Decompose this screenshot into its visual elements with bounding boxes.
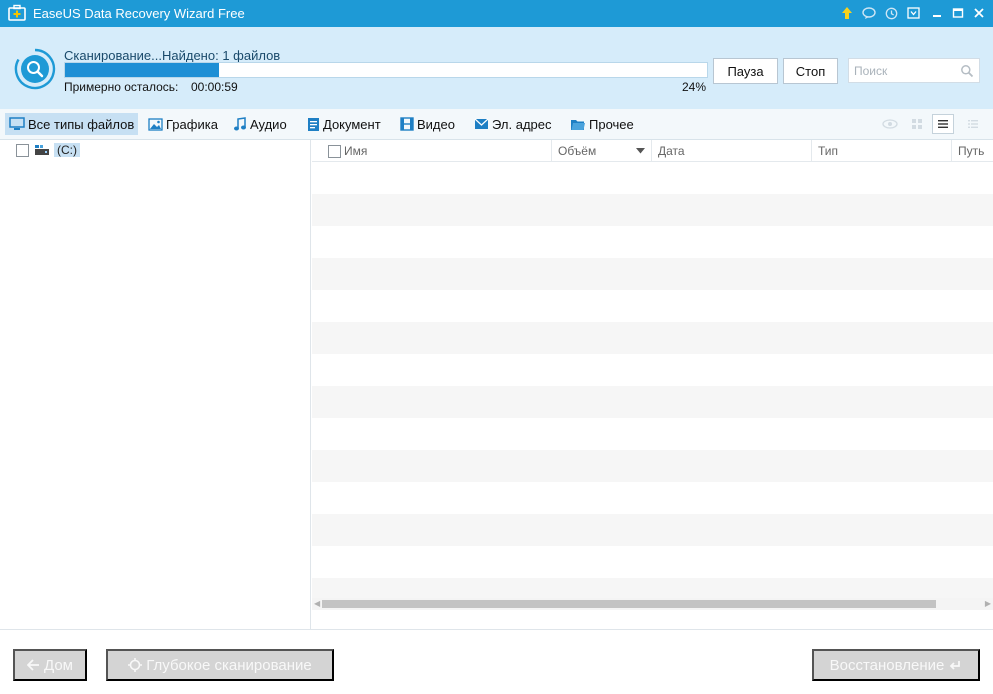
list-row bbox=[312, 162, 993, 194]
list-row bbox=[312, 194, 993, 226]
scrollbar-thumb[interactable] bbox=[322, 600, 936, 608]
list-row bbox=[312, 418, 993, 450]
list-row bbox=[312, 290, 993, 322]
file-list-rows bbox=[312, 162, 993, 598]
list-row bbox=[312, 354, 993, 386]
home-button[interactable]: Дом bbox=[13, 649, 87, 681]
arrow-left-icon bbox=[27, 659, 39, 671]
document-icon bbox=[308, 117, 319, 131]
history-icon[interactable] bbox=[882, 4, 900, 22]
detail-view-icon[interactable] bbox=[962, 114, 984, 134]
bottom-action-bar: Дом Глубокое сканирование Восстановление bbox=[0, 629, 993, 694]
folder-tree-pane: (C:) bbox=[0, 140, 311, 629]
filter-email[interactable]: Эл. адрес bbox=[470, 113, 556, 135]
filter-all-file-types[interactable]: Все типы файлов bbox=[5, 113, 139, 135]
filter-other[interactable]: Прочее bbox=[566, 113, 638, 135]
filter-document[interactable]: Документ bbox=[303, 113, 385, 135]
monitor-icon bbox=[9, 117, 25, 130]
tree-node-drive-c[interactable]: (C:) bbox=[16, 142, 80, 158]
list-row bbox=[312, 226, 993, 258]
file-list-header: Имя Объём Дата Тип Путь bbox=[312, 140, 993, 162]
pause-button[interactable]: Пауза bbox=[713, 58, 778, 84]
window-title: EaseUS Data Recovery Wizard Free bbox=[33, 6, 245, 21]
column-label: Дата bbox=[658, 144, 685, 158]
upgrade-arrow-icon[interactable] bbox=[838, 4, 856, 22]
sort-descending-icon bbox=[636, 148, 645, 154]
scan-magnifier-icon bbox=[14, 48, 56, 90]
list-row bbox=[312, 546, 993, 578]
preview-eye-icon[interactable] bbox=[879, 114, 901, 134]
close-icon[interactable] bbox=[970, 4, 988, 22]
crosshair-icon bbox=[128, 658, 143, 672]
list-view-icon[interactable] bbox=[932, 114, 954, 134]
home-button-label: Дом bbox=[44, 656, 73, 674]
music-note-icon bbox=[234, 116, 246, 130]
grid-view-icon[interactable] bbox=[906, 114, 928, 134]
film-icon bbox=[400, 117, 414, 131]
recover-button[interactable]: Восстановление bbox=[812, 649, 980, 681]
image-icon bbox=[148, 117, 163, 131]
list-row bbox=[312, 322, 993, 354]
list-row bbox=[312, 514, 993, 546]
scroll-right-icon[interactable]: ▶ bbox=[985, 599, 991, 608]
filter-label: Документ bbox=[323, 116, 381, 132]
tree-node-label[interactable]: (C:) bbox=[54, 143, 80, 157]
filter-label: Видео bbox=[417, 116, 455, 132]
scan-panel: Сканирование...Найдено: 1 файлов Примерн… bbox=[0, 27, 993, 109]
column-label: Путь bbox=[958, 144, 985, 158]
column-type[interactable]: Тип bbox=[812, 140, 952, 162]
tree-node-checkbox[interactable] bbox=[16, 143, 29, 157]
list-row bbox=[312, 386, 993, 418]
filter-label: Аудио bbox=[250, 116, 287, 132]
deep-scan-button[interactable]: Глубокое сканирование bbox=[106, 649, 334, 681]
title-bar: EaseUS Data Recovery Wizard Free bbox=[0, 0, 993, 27]
select-all-checkbox[interactable] bbox=[328, 144, 341, 158]
scan-progress-bar bbox=[64, 62, 708, 78]
scan-status-text: Сканирование...Найдено: 1 файлов bbox=[64, 48, 281, 63]
folder-icon bbox=[571, 119, 585, 130]
minimize-icon[interactable] bbox=[928, 4, 946, 22]
menu-icon[interactable] bbox=[904, 4, 922, 22]
chat-icon[interactable] bbox=[860, 4, 878, 22]
list-row bbox=[312, 258, 993, 290]
filter-audio[interactable]: Аудио bbox=[229, 113, 291, 135]
list-row bbox=[312, 578, 993, 598]
hard-drive-icon bbox=[35, 145, 49, 155]
stop-button[interactable]: Стоп bbox=[783, 58, 838, 84]
filter-graphics[interactable]: Графика bbox=[144, 113, 222, 135]
column-label: Объём bbox=[558, 144, 597, 158]
maximize-icon[interactable] bbox=[949, 4, 967, 22]
column-path[interactable]: Путь bbox=[952, 140, 993, 162]
progress-percent: 24% bbox=[681, 80, 706, 94]
filter-label: Графика bbox=[166, 116, 218, 132]
column-label: Имя bbox=[344, 144, 368, 158]
scroll-left-icon[interactable]: ◀ bbox=[314, 599, 320, 608]
remaining-time-label: Примерно осталось: bbox=[64, 80, 179, 94]
app-logo-icon bbox=[8, 4, 26, 21]
filter-video[interactable]: Видео bbox=[396, 113, 459, 135]
filter-label: Прочее bbox=[589, 116, 634, 132]
file-list-pane: Имя Объём Дата Тип Путь ◀ ▶ bbox=[312, 140, 993, 629]
search-input[interactable] bbox=[849, 59, 959, 82]
recover-button-label: Восстановление bbox=[829, 656, 945, 674]
remaining-time-value: 00:00:59 bbox=[191, 80, 238, 94]
column-label: Тип bbox=[818, 144, 839, 158]
column-name[interactable]: Имя bbox=[312, 140, 552, 162]
column-date[interactable]: Дата bbox=[652, 140, 812, 162]
search-icon[interactable] bbox=[960, 64, 974, 78]
envelope-icon bbox=[474, 118, 489, 129]
list-row bbox=[312, 450, 993, 482]
deep-scan-button-label: Глубокое сканирование bbox=[146, 656, 312, 674]
filter-label: Эл. адрес bbox=[492, 116, 552, 132]
file-type-filter-bar: Все типы файлов Графика Аудио Документ В… bbox=[0, 109, 993, 140]
recover-arrow-icon bbox=[950, 660, 961, 670]
filter-label: Все типы файлов bbox=[28, 116, 135, 132]
scan-progress-fill bbox=[65, 63, 220, 77]
search-box bbox=[848, 58, 980, 83]
horizontal-scrollbar[interactable]: ◀ ▶ bbox=[312, 598, 993, 610]
list-row bbox=[312, 482, 993, 514]
column-size[interactable]: Объём bbox=[552, 140, 652, 162]
